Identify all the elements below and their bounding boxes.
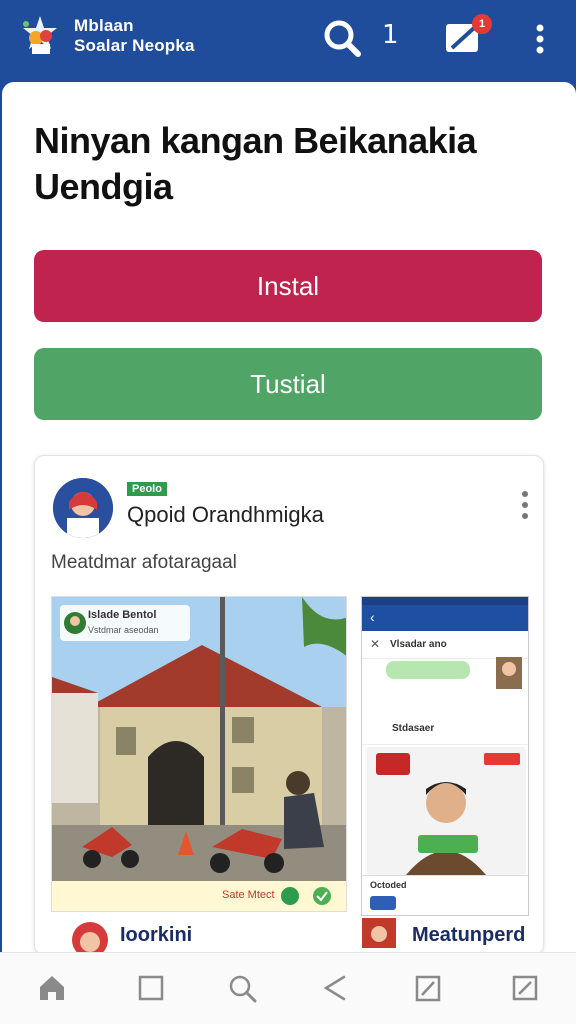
photo-caption: Islade Bentol Vstdmar aseodan: [60, 605, 190, 641]
red-tag: [484, 753, 520, 765]
next-post-title: Ioorkini: [120, 924, 193, 946]
green-badge-icon: [281, 887, 299, 905]
phone-status-bar: [362, 597, 528, 605]
search-icon[interactable]: [227, 973, 257, 1003]
caption-avatar-icon: [64, 612, 86, 634]
photo-bar: Sate Mtect: [52, 881, 346, 911]
brand-line2: Soalar Neopka: [74, 36, 195, 55]
photo-caption-subtitle: Vstdmar aseodan: [88, 625, 159, 635]
phone-screenshot[interactable]: ‹ Vlsadar ano ✕ Stdasaer Octoded: [361, 596, 529, 916]
brand-line1: Mblaan: [74, 16, 134, 35]
next-avatar: [72, 922, 108, 952]
avatar-image: [53, 478, 113, 538]
expand-icon[interactable]: [510, 973, 540, 1003]
home-icon[interactable]: [37, 973, 67, 1003]
phone-row: Vlsadar ano ✕: [362, 631, 528, 659]
post-author[interactable]: Qpoid Orandhmigka: [127, 502, 324, 528]
notification-count[interactable]: 1: [382, 20, 399, 50]
more-vert-icon[interactable]: [530, 22, 550, 56]
join-button[interactable]: [418, 835, 478, 853]
chat-bubble: [386, 661, 470, 679]
phone-row: Stdasaer: [362, 715, 528, 745]
main-sheet: Ninyan kangan Beikanakia Uendgia Instal …: [2, 82, 576, 955]
share-icon[interactable]: [320, 973, 350, 1003]
next-thumb: [362, 918, 396, 948]
contact-photo: [496, 657, 522, 689]
next-post-preview[interactable]: Ioorkini Meatunperd: [34, 918, 546, 952]
brand-name: Mblaan Soalar Neopka: [74, 16, 195, 56]
square-icon[interactable]: [136, 973, 166, 1003]
bottom-nav: [0, 952, 576, 1024]
red-label: [376, 753, 410, 775]
search-icon[interactable]: [322, 18, 362, 58]
video-preview[interactable]: [366, 747, 526, 875]
app-header: Mblaan Soalar Neopka 1 1: [0, 0, 576, 80]
post-tag: Peolo: [127, 482, 167, 496]
photo-bar-text: Sate Mtect: [222, 889, 275, 901]
install-button[interactable]: Instal: [34, 250, 542, 322]
back-icon[interactable]: ‹: [370, 609, 375, 625]
message-badge: 1: [472, 14, 492, 34]
phone-top-bar: ‹: [362, 605, 528, 631]
app-button[interactable]: [370, 896, 396, 910]
post-photo[interactable]: Islade Bentol Vstdmar aseodan Sate Mtect: [51, 596, 347, 912]
street-photo: [52, 597, 346, 911]
page-title: Ninyan kangan Beikanakia Uendgia: [34, 120, 477, 207]
phone-label: Stdasaer: [392, 723, 435, 734]
check-icon[interactable]: [312, 886, 332, 906]
post-card[interactable]: Peolo Qpoid Orandhmigka Meatdmar afotara…: [34, 455, 544, 955]
edit-icon[interactable]: [413, 973, 443, 1003]
post-text: Meatdmar afotaragaal: [51, 552, 237, 573]
close-icon[interactable]: ✕: [370, 637, 380, 651]
test-button[interactable]: Tustial: [34, 348, 542, 420]
photo-caption-title: Islade Bentol: [88, 609, 157, 621]
phone-bottom-bar: Octoded: [362, 875, 528, 915]
next-post-title-right: Meatunperd: [412, 924, 526, 946]
logo-icon[interactable]: [14, 12, 66, 62]
phone-label: Octoded: [370, 880, 407, 890]
more-vert-icon[interactable]: [517, 488, 533, 522]
phone-label: Vlsadar ano: [390, 639, 447, 650]
avatar[interactable]: [53, 478, 113, 538]
